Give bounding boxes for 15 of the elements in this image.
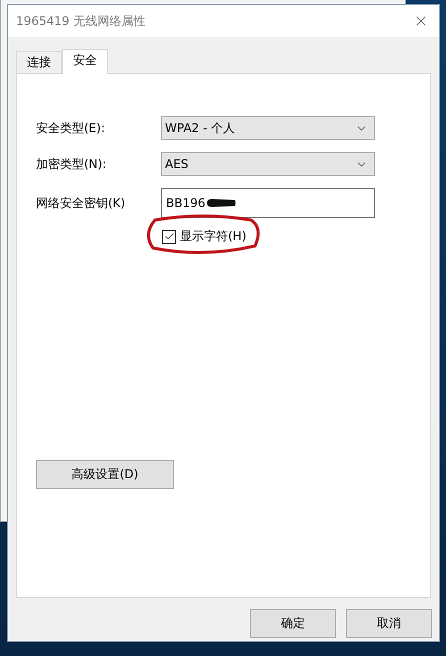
dialog-button[interactable]: 取消 [346, 609, 432, 638]
field-label: 加密类型(N): [36, 156, 108, 172]
tab[interactable]: 连接 [16, 51, 62, 74]
dropdown[interactable]: WPA2 - 个人 [161, 116, 375, 140]
dropdown[interactable]: AES [161, 152, 375, 176]
advanced-settings-button[interactable]: 高级设置(D) [36, 460, 174, 489]
tab[interactable]: 安全 [62, 49, 108, 74]
window-title: 1965419 无线网络属性 [16, 12, 146, 30]
checkbox-label: 显示字符(H) [180, 228, 246, 245]
field-label: 网络安全密钥(K) [36, 194, 126, 212]
input-field[interactable]: BB196 [161, 188, 375, 218]
checkmark-icon [164, 231, 174, 242]
checkbox[interactable] [162, 230, 176, 244]
field-label: 安全类型(E): [36, 120, 106, 136]
dialog-button[interactable]: 确定 [250, 609, 336, 638]
